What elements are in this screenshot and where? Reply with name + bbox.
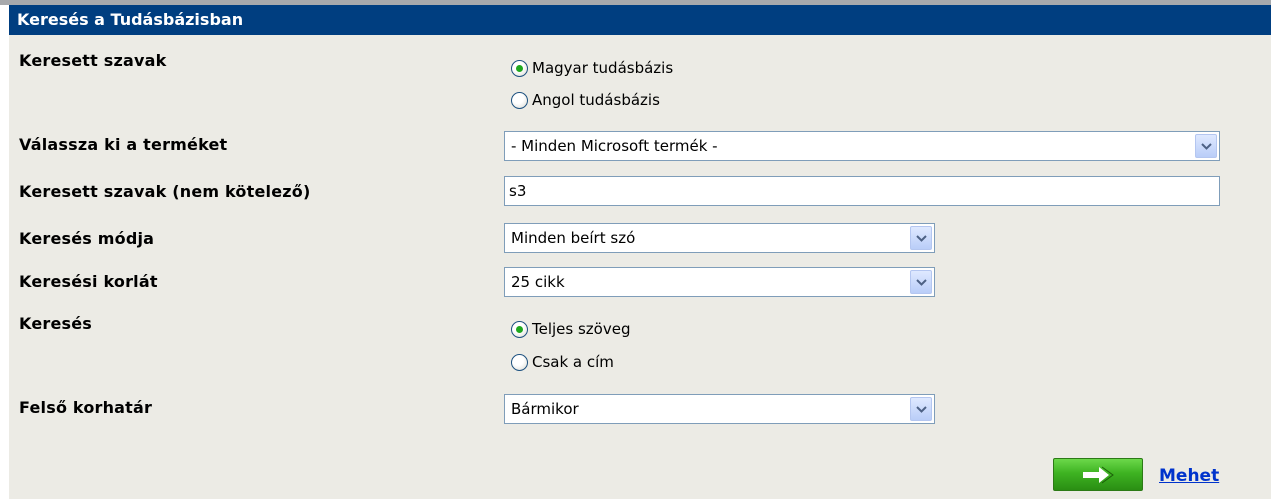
- keywords-input[interactable]: [505, 177, 1219, 205]
- radio-label: Angol tudásbázis: [532, 91, 660, 109]
- radio-label: Csak a cím: [532, 353, 614, 371]
- go-link[interactable]: Mehet: [1159, 466, 1219, 486]
- keywords-label: Keresett szavak (nem kötelező): [19, 182, 311, 201]
- chevron-down-icon[interactable]: [1195, 134, 1217, 158]
- search-limit-label: Keresési korlát: [19, 272, 158, 291]
- radio-button-checked[interactable]: [511, 320, 528, 338]
- product-select-value: - Minden Microsoft termék -: [511, 137, 718, 155]
- keywords-input-box[interactable]: [504, 176, 1220, 206]
- age-limit-label: Felső korhatár: [19, 398, 153, 417]
- radio-title-only[interactable]: Csak a cím: [511, 351, 614, 373]
- age-limit-select[interactable]: Bármikor: [504, 394, 935, 424]
- radio-full-text[interactable]: Teljes szöveg: [511, 318, 630, 340]
- product-select[interactable]: - Minden Microsoft termék -: [504, 131, 1220, 161]
- chevron-down-icon[interactable]: [910, 270, 932, 294]
- go-button[interactable]: [1053, 458, 1143, 491]
- radio-button-checked[interactable]: [511, 59, 528, 77]
- radio-label: Teljes szöveg: [532, 320, 631, 338]
- panel-title: Keresés a Tudásbázisban: [9, 5, 1271, 35]
- search-mode-value: Minden beírt szó: [511, 229, 636, 247]
- chevron-down-icon[interactable]: [910, 397, 932, 421]
- search-limit-value: 25 cikk: [511, 273, 565, 291]
- radio-button[interactable]: [511, 353, 528, 371]
- search-limit-select[interactable]: 25 cikk: [504, 267, 935, 297]
- product-label: Válassza ki a terméket: [19, 135, 228, 154]
- age-limit-value: Bármikor: [511, 400, 579, 418]
- search-words-label: Keresett szavak: [19, 51, 167, 70]
- arrow-right-icon: [1083, 466, 1114, 484]
- search-in-label: Keresés: [19, 314, 93, 333]
- radio-hungarian-kb[interactable]: Magyar tudásbázis: [511, 57, 673, 79]
- chevron-down-icon[interactable]: [910, 226, 932, 250]
- radio-button[interactable]: [511, 91, 528, 109]
- radio-english-kb[interactable]: Angol tudásbázis: [511, 89, 660, 111]
- search-mode-select[interactable]: Minden beírt szó: [504, 223, 935, 253]
- search-mode-label: Keresés módja: [19, 229, 155, 248]
- radio-label: Magyar tudásbázis: [532, 59, 674, 77]
